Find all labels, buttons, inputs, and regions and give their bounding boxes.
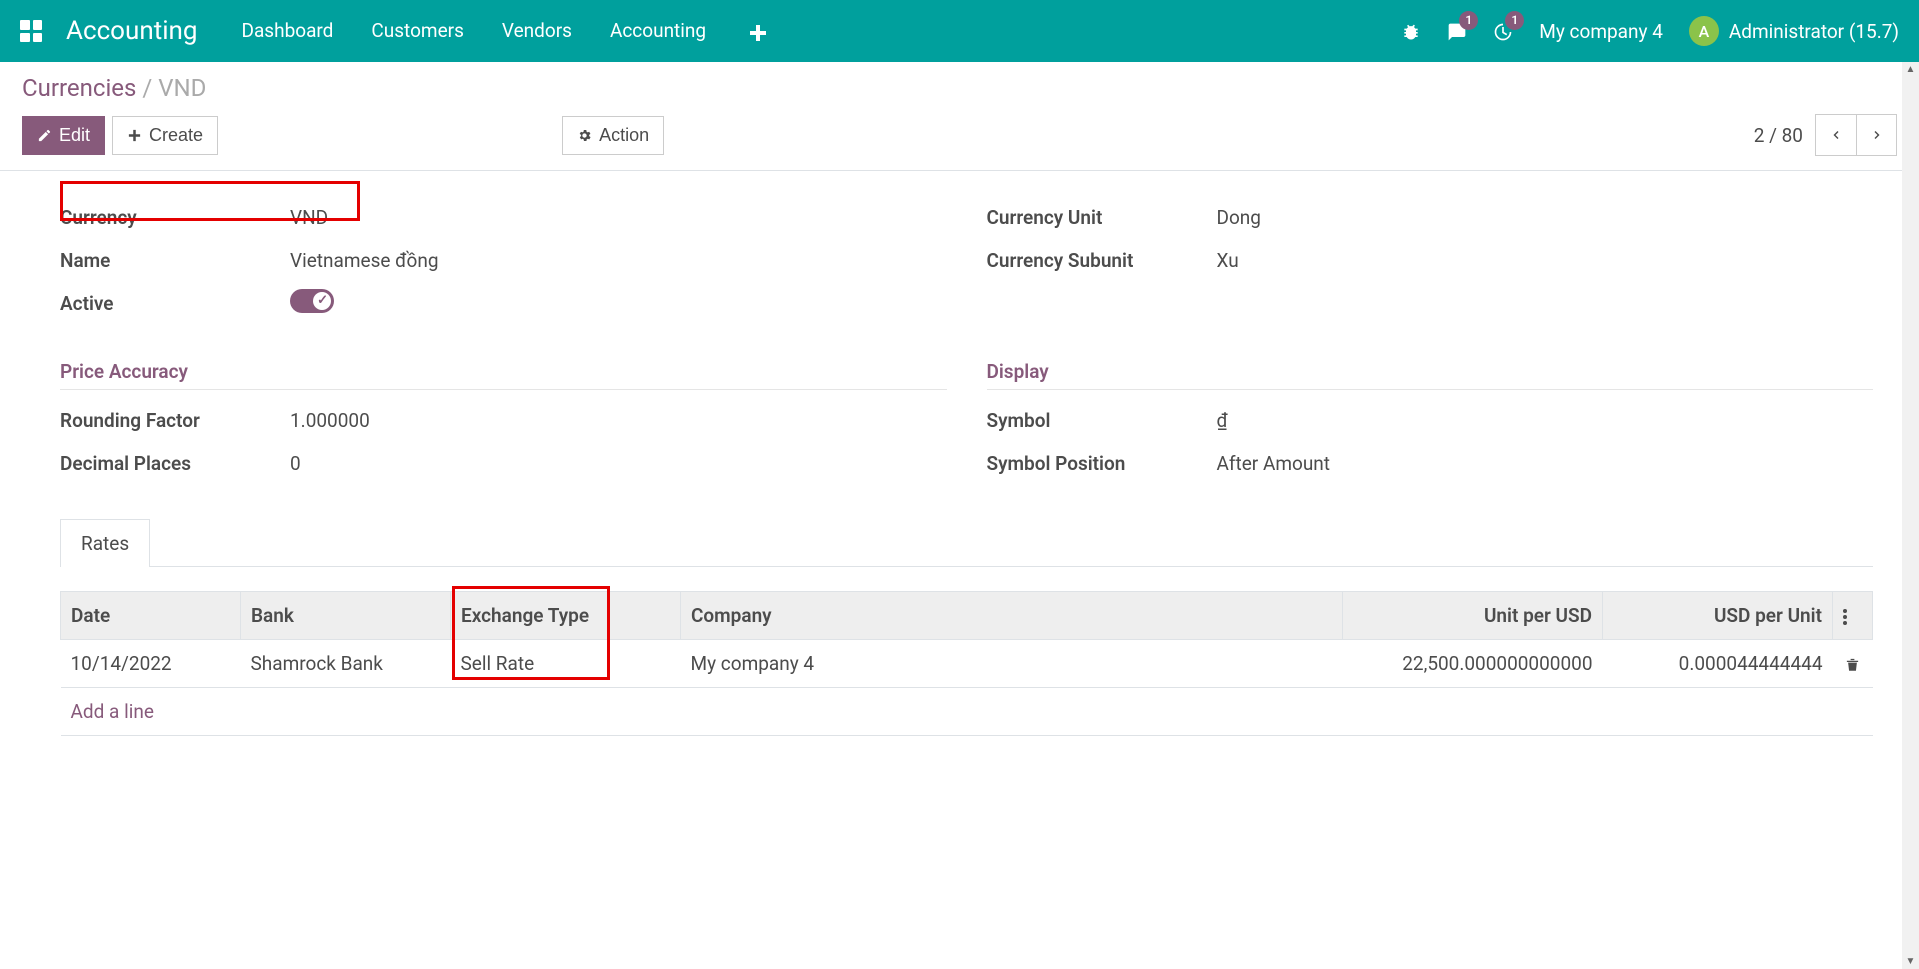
create-label: Create — [149, 125, 203, 146]
cell-unit-per: 22,500.000000000000 — [1343, 640, 1603, 688]
th-options[interactable] — [1833, 592, 1873, 640]
section-price-accuracy: Price Accuracy — [60, 330, 947, 390]
rates-table: Date Bank Exchange Type Company Unit per… — [60, 591, 1873, 736]
section-display: Display — [987, 330, 1874, 390]
company-switcher[interactable]: My company 4 — [1539, 20, 1663, 43]
pencil-icon — [37, 128, 52, 143]
th-date[interactable]: Date — [61, 592, 241, 640]
th-exchange-type[interactable]: Exchange Type — [451, 592, 681, 640]
app-brand[interactable]: Accounting — [66, 16, 198, 46]
value-symbol: ₫ — [1217, 409, 1228, 432]
value-subunit: Xu — [1217, 249, 1239, 272]
breadcrumb-current: VND — [158, 74, 206, 102]
pager-next[interactable] — [1856, 115, 1896, 155]
label-decimals: Decimal Places — [60, 452, 290, 475]
cell-per-unit: 0.000044444444 — [1603, 640, 1833, 688]
pager-buttons — [1815, 114, 1897, 156]
chevron-left-icon — [1830, 126, 1842, 144]
action-label: Action — [599, 125, 649, 146]
breadcrumb-separator: / — [142, 74, 158, 102]
th-company[interactable]: Company — [681, 592, 1343, 640]
avatar: A — [1689, 16, 1719, 46]
kebab-icon — [1843, 609, 1847, 625]
label-symbol: Symbol — [987, 409, 1217, 432]
cell-company: My company 4 — [681, 640, 1343, 688]
cell-date: 10/14/2022 — [61, 640, 241, 688]
user-name: Administrator (15.7) — [1729, 20, 1899, 43]
edit-label: Edit — [59, 125, 90, 146]
edit-button[interactable]: Edit — [22, 116, 105, 155]
tabs: Rates Date Bank Exchange Type Company Un… — [60, 518, 1873, 736]
add-line-link[interactable]: Add a line — [71, 700, 154, 723]
tab-rates[interactable]: Rates — [60, 519, 150, 567]
th-bank[interactable]: Bank — [241, 592, 451, 640]
chevron-right-icon — [1871, 126, 1883, 144]
label-active: Active — [60, 292, 290, 315]
nav-accounting[interactable]: Accounting — [610, 19, 706, 43]
create-button[interactable]: Create — [112, 116, 218, 155]
cell-bank: Shamrock Bank — [241, 640, 451, 688]
value-currency: VND — [290, 206, 328, 229]
top-navbar: Accounting Dashboard Customers Vendors A… — [0, 0, 1919, 62]
activities-icon[interactable]: 1 — [1493, 20, 1513, 43]
breadcrumb-parent[interactable]: Currencies — [22, 74, 136, 102]
nav-vendors[interactable]: Vendors — [502, 19, 572, 43]
apps-icon[interactable] — [20, 20, 42, 42]
control-panel: Currencies / VND Edit Create Action 2 / … — [0, 62, 1919, 171]
nav-dashboard[interactable]: Dashboard — [242, 19, 334, 43]
nav-menu: Dashboard Customers Vendors Accounting — [242, 19, 767, 43]
th-per-unit[interactable]: USD per Unit — [1603, 592, 1833, 640]
form-sheet: Currency VND Name Vietnamese đồng Active… — [0, 171, 1919, 756]
activities-badge: 1 — [1505, 11, 1524, 30]
label-position: Symbol Position — [987, 452, 1217, 475]
cell-exchange-type: Sell Rate — [451, 640, 681, 688]
pager-counter[interactable]: 2 / 80 — [1754, 124, 1803, 147]
breadcrumb: Currencies / VND — [22, 74, 1897, 102]
gear-icon — [577, 128, 592, 143]
value-decimals: 0 — [290, 452, 301, 475]
label-unit: Currency Unit — [987, 206, 1217, 229]
add-line-row: Add a line — [61, 688, 1873, 736]
label-name: Name — [60, 249, 290, 272]
value-position: After Amount — [1217, 452, 1331, 475]
label-currency: Currency — [60, 206, 290, 229]
label-rounding: Rounding Factor — [60, 409, 290, 432]
table-row[interactable]: 10/14/2022 Shamrock Bank Sell Rate My co… — [61, 640, 1873, 688]
th-unit-per[interactable]: Unit per USD — [1343, 592, 1603, 640]
value-name: Vietnamese đồng — [290, 249, 439, 272]
messages-badge: 1 — [1459, 11, 1478, 30]
plus-icon[interactable] — [750, 19, 766, 43]
plus-icon — [127, 128, 142, 143]
value-rounding: 1.000000 — [290, 409, 370, 432]
value-unit: Dong — [1217, 206, 1261, 229]
messages-icon[interactable]: 1 — [1447, 20, 1467, 43]
user-menu[interactable]: A Administrator (15.7) — [1689, 16, 1899, 46]
action-button[interactable]: Action — [562, 116, 664, 155]
nav-customers[interactable]: Customers — [371, 19, 464, 43]
label-subunit: Currency Subunit — [987, 249, 1217, 272]
bug-icon[interactable] — [1401, 20, 1421, 43]
trash-icon — [1845, 656, 1860, 673]
table-header-row: Date Bank Exchange Type Company Unit per… — [61, 592, 1873, 640]
toggle-active[interactable]: ✓ — [290, 289, 334, 313]
cell-delete[interactable] — [1833, 640, 1873, 688]
scrollbar[interactable]: ▲▼ — [1902, 62, 1919, 969]
pager-prev[interactable] — [1816, 115, 1856, 155]
